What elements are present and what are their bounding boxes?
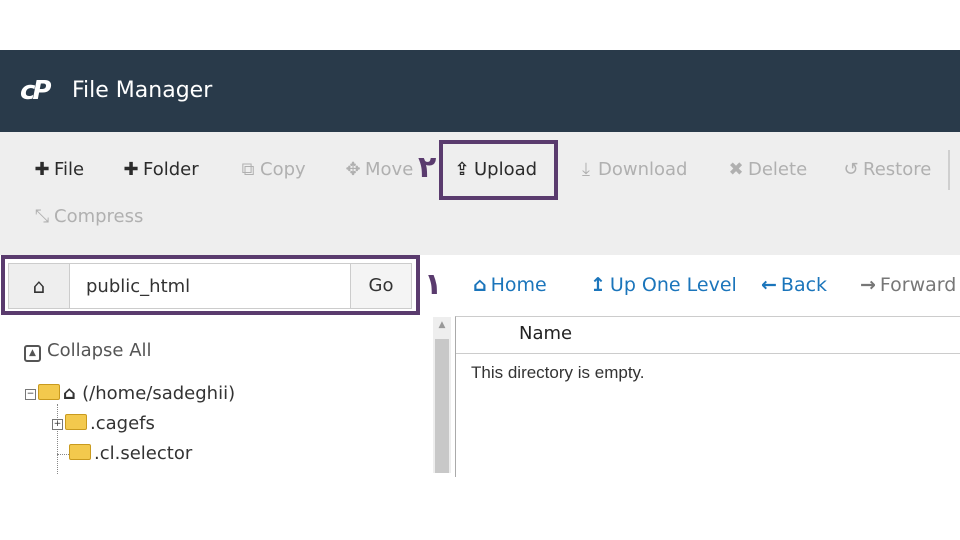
delete-button[interactable]: ✖ Delete <box>726 158 807 182</box>
scrollbar-thumb[interactable] <box>435 339 449 473</box>
times-icon: ✖ <box>728 159 744 180</box>
nav-back-label: Back <box>780 274 828 296</box>
nav-forward-label: Forward <box>879 274 957 296</box>
new-folder-button[interactable]: ✚ Folder <box>121 158 199 182</box>
move-label: Move <box>365 159 414 180</box>
page-title: File Manager <box>72 78 213 103</box>
path-highlight-box <box>1 255 420 315</box>
annotation-label-2: ٢ <box>418 150 437 185</box>
file-list-header: Name <box>456 317 960 354</box>
download-icon: ⤓ <box>582 159 590 180</box>
folder-icon <box>65 414 87 430</box>
tree-connector <box>57 454 69 455</box>
compress-button[interactable]: ⤡ Compress <box>32 205 144 229</box>
copy-label: Copy <box>260 159 306 180</box>
folder-icon <box>69 444 91 460</box>
new-file-button[interactable]: ✚ File <box>32 158 84 182</box>
collapse-node-icon[interactable]: − <box>25 389 36 400</box>
collapse-all-label: Collapse All <box>47 340 152 361</box>
tree-item-cl-selector[interactable]: .cl.selector <box>69 441 192 467</box>
tree-item-root[interactable]: − ⌂ (/home/sadeghii) <box>25 381 235 407</box>
restore-label: Restore <box>863 159 932 180</box>
plus-icon: ✚ <box>123 159 139 180</box>
copy-icon: ⧉ <box>241 159 255 180</box>
tree-item-root-label: (/home/sadeghii) <box>82 383 236 404</box>
cpanel-logo[interactable]: cP <box>20 77 52 105</box>
nav-back-link[interactable]: ← Back <box>761 273 827 297</box>
nav-forward-link[interactable]: → Forward <box>860 273 956 297</box>
collapse-all-link[interactable]: ▲ Collapse All <box>24 338 152 364</box>
name-column-header[interactable]: Name <box>519 323 572 344</box>
empty-directory-message: This directory is empty. <box>471 363 645 382</box>
tree-item-cagefs[interactable]: + .cagefs <box>52 411 155 437</box>
tree-item-label: .cagefs <box>90 413 155 434</box>
home-icon: ⌂ <box>63 383 83 404</box>
plus-icon: ✚ <box>34 159 50 180</box>
app-header: cP File Manager <box>0 50 960 132</box>
tree-scrollbar[interactable]: ▲ <box>433 317 451 473</box>
compress-label: Compress <box>54 206 144 227</box>
copy-button[interactable]: ⧉ Copy <box>238 158 306 182</box>
upload-highlight-box <box>439 140 558 200</box>
arrow-right-icon: → <box>860 274 876 296</box>
new-file-label: File <box>54 159 85 180</box>
file-list-panel: Name This directory is empty. <box>455 316 960 477</box>
move-button[interactable]: ✥ Move <box>343 158 413 182</box>
level-up-icon: ↥ <box>590 274 606 296</box>
annotation-label-1: ١ <box>424 267 443 302</box>
delete-label: Delete <box>748 159 808 180</box>
nav-home-label: Home <box>490 274 547 296</box>
nav-up-one-level-link[interactable]: ↥ Up One Level <box>590 273 737 297</box>
new-folder-label: Folder <box>143 159 199 180</box>
download-label: Download <box>598 159 688 180</box>
move-icon: ✥ <box>345 159 361 180</box>
folder-open-icon <box>38 384 60 400</box>
collapse-icon: ▲ <box>24 345 41 362</box>
download-button[interactable]: ⤓ Download <box>576 158 687 182</box>
home-icon: ⌂ <box>473 274 487 296</box>
compress-icon: ⤡ <box>34 206 50 227</box>
scroll-up-icon[interactable]: ▲ <box>433 320 451 330</box>
tree-item-label: .cl.selector <box>94 443 193 464</box>
nav-up-label: Up One Level <box>609 274 737 296</box>
undo-icon: ↺ <box>843 159 859 180</box>
expand-node-icon[interactable]: + <box>52 419 63 430</box>
toolbar-divider <box>948 150 950 190</box>
nav-home-link[interactable]: ⌂ Home <box>473 273 547 297</box>
arrow-left-icon: ← <box>761 274 777 296</box>
restore-button[interactable]: ↺ Restore <box>841 158 931 182</box>
